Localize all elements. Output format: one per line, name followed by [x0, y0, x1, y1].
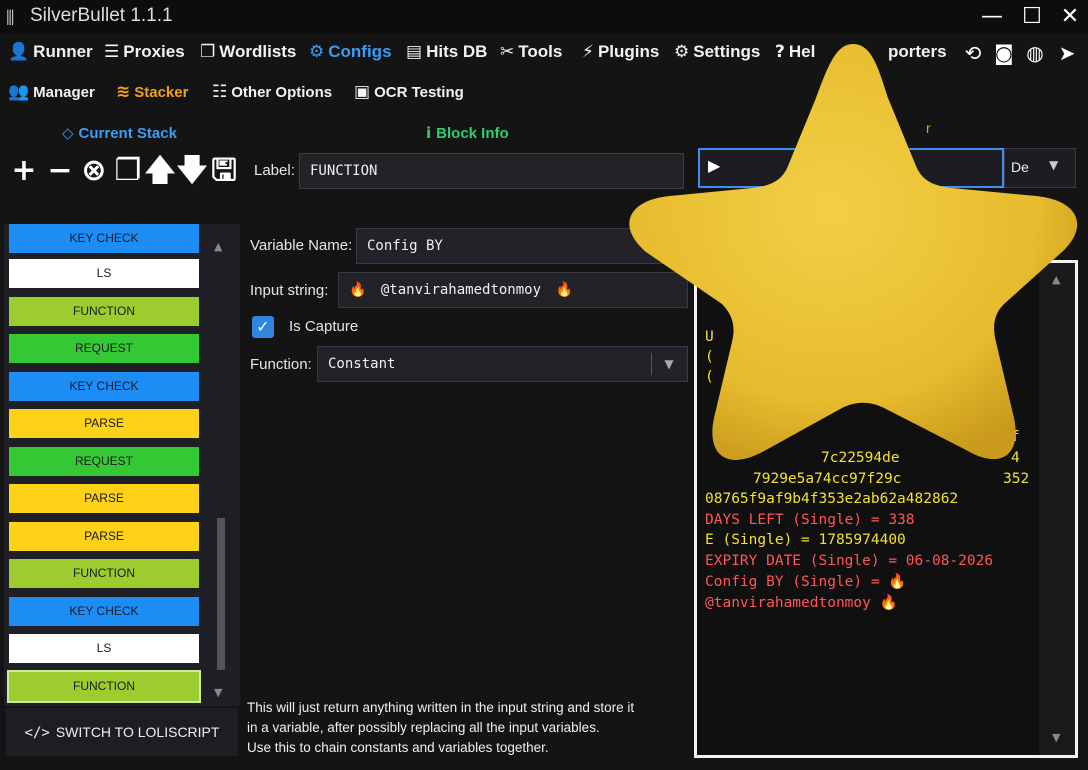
- block-item[interactable]: LS: [9, 634, 199, 663]
- label-field-label: Label:: [254, 162, 295, 179]
- plug-icon: ⚡: [582, 42, 594, 62]
- block-item[interactable]: LS: [9, 259, 199, 288]
- nav-proxies[interactable]: ☰ Proxies: [104, 42, 185, 62]
- subnav-manager[interactable]: 👥 Manager: [8, 82, 95, 102]
- nav-hits-db[interactable]: ▤ Hits DB: [406, 42, 487, 62]
- block-item[interactable]: PARSE: [9, 522, 199, 551]
- scrollbar-thumb[interactable]: [217, 518, 225, 670]
- save-button[interactable]: 🖫: [208, 152, 240, 190]
- clear-blocks-button[interactable]: ⊗: [78, 152, 110, 190]
- layers-icon: ◇: [62, 124, 74, 142]
- nav-wordlists[interactable]: ❐ Wordlists: [200, 42, 296, 62]
- scroll-down-arrow-icon[interactable]: ▼: [1052, 731, 1060, 744]
- function-label: Function:: [250, 356, 312, 373]
- ocr-icon: ▣: [354, 82, 371, 102]
- block-item[interactable]: KEY CHECK: [9, 372, 199, 401]
- flame-icon: 🔥: [555, 282, 573, 298]
- clone-block-button[interactable]: ❐: [112, 152, 144, 190]
- block-item[interactable]: FUNCTION: [9, 559, 199, 588]
- blocks-list: KEY CHECK LS FUNCTION REQUEST KEY CHECK …: [4, 224, 240, 706]
- star-sticker: [629, 44, 1078, 460]
- log-line: DAYS LEFT (Single) = 338: [705, 512, 915, 528]
- block-item[interactable]: KEY CHECK: [9, 597, 199, 626]
- function-value: Constant: [328, 356, 396, 372]
- block-item-selected[interactable]: FUNCTION: [7, 670, 201, 703]
- gear-icon: ⚙: [309, 42, 325, 62]
- block-info-title: i Block Info: [426, 124, 509, 142]
- database-icon: ▤: [406, 42, 423, 62]
- layers-icon: ≋: [116, 82, 131, 102]
- runner-icon: 👤: [8, 42, 30, 62]
- block-item[interactable]: REQUEST: [9, 334, 199, 363]
- log-line: EXPIRY DATE (Single) = 06-08-2026: [705, 553, 994, 569]
- sliders-icon: ☷: [212, 82, 228, 102]
- block-item[interactable]: REQUEST: [9, 447, 199, 476]
- remove-block-button[interactable]: −: [44, 152, 76, 190]
- add-block-button[interactable]: +: [8, 152, 40, 190]
- flame-icon: 🔥: [349, 282, 367, 298]
- nav-runner[interactable]: 👤 Runner: [8, 42, 93, 62]
- block-item[interactable]: FUNCTION: [9, 297, 199, 326]
- tools-icon: ✂: [500, 42, 515, 62]
- star-shape: [629, 44, 1078, 460]
- function-description: This will just return anything written i…: [247, 700, 635, 755]
- scroll-up-arrow-icon[interactable]: ▲: [214, 240, 222, 253]
- switch-to-loliscript-button[interactable]: </> SWITCH TO LOLISCRIPT: [6, 708, 238, 756]
- proxies-icon: ☰: [104, 42, 120, 62]
- block-item[interactable]: PARSE: [9, 484, 199, 513]
- users-icon: 👥: [8, 82, 30, 102]
- move-down-button[interactable]: 🡇: [176, 152, 208, 190]
- app-logo-icon: ⫴: [6, 6, 15, 30]
- block-item[interactable]: KEY CHECK: [9, 224, 199, 253]
- move-up-button[interactable]: 🡅: [144, 152, 176, 190]
- window-title: SilverBullet 1.1.1: [30, 5, 173, 26]
- input-string-value: @tanvirahamedtonmoy: [380, 282, 542, 298]
- is-capture-checkbox[interactable]: ✓: [252, 316, 274, 338]
- log-line: 08765f9af9b4f353e2ab62a482862: [705, 491, 959, 507]
- log-line: @tanvirahamedtonmoy 🔥: [705, 595, 898, 611]
- nav-configs[interactable]: ⚙ Configs: [309, 42, 392, 62]
- current-stack-title: ◇ Current Stack: [62, 124, 177, 142]
- input-string-label: Input string:: [250, 282, 329, 299]
- variable-name-label: Variable Name:: [250, 237, 353, 254]
- is-capture-label: Is Capture: [289, 318, 359, 335]
- block-item[interactable]: PARSE: [9, 409, 199, 438]
- info-icon: i: [426, 124, 432, 142]
- log-line: E (Single) = 1785974400: [705, 532, 906, 548]
- nav-tools[interactable]: ✂ Tools: [500, 42, 562, 62]
- code-icon: </>: [24, 725, 50, 741]
- subnav-other-options[interactable]: ☷ Other Options: [212, 82, 332, 102]
- subnav-stacker[interactable]: ≋ Stacker: [116, 82, 188, 102]
- subnav-ocr-testing[interactable]: ▣ OCR Testing: [354, 82, 464, 102]
- wordlists-icon: ❐: [200, 42, 216, 62]
- scroll-down-arrow-icon[interactable]: ▼: [214, 686, 222, 699]
- log-line: Config BY (Single) = 🔥: [705, 574, 907, 590]
